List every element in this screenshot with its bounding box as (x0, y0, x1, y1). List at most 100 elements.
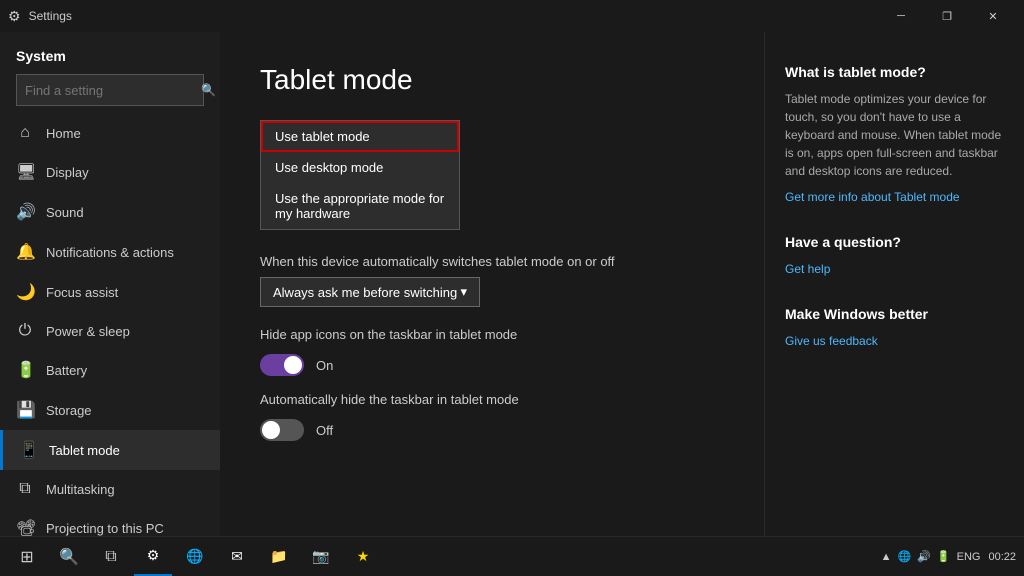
what-is-tablet-section: What is tablet mode? Tablet mode optimiz… (785, 64, 1004, 206)
sidebar: System 🔍 ⌂ Home 🖥 Display 🔊 Sound (0, 32, 220, 536)
sidebar-item-label: Home (46, 126, 81, 141)
option-use-tablet-mode[interactable]: Use tablet mode (261, 121, 459, 152)
sidebar-item-projecting[interactable]: 📽 Projecting to this PC (0, 508, 220, 536)
titlebar-controls: ─ ❐ ✕ (878, 0, 1016, 32)
sidebar-item-label: Storage (46, 403, 92, 418)
maximize-button[interactable]: ❐ (924, 0, 970, 32)
sidebar-item-label: Sound (46, 205, 84, 220)
tablet-mode-dropdown-area: Use tablet mode Use desktop mode Use the… (260, 120, 724, 230)
taskbar-right: ▲ 🌐 🔊 🔋 ENG 00:22 (881, 550, 1016, 563)
option-use-desktop-mode[interactable]: Use desktop mode (261, 152, 459, 183)
sidebar-item-display[interactable]: 🖥 Display (0, 152, 220, 192)
toggle-knob-2 (262, 421, 280, 439)
hide-icons-toggle-row: On (260, 354, 724, 376)
better-title: Make Windows better (785, 306, 1004, 322)
auto-hide-toggle-row: Off (260, 419, 724, 441)
feedback-link[interactable]: Give us feedback (785, 334, 878, 348)
auto-hide-state: Off (316, 423, 333, 438)
get-help-link[interactable]: Get help (785, 262, 830, 276)
page-title: Tablet mode (260, 64, 724, 96)
time-value: 00:22 (988, 551, 1016, 563)
power-icon: ⏻ (16, 322, 34, 340)
taskbar-system-icons: ▲ 🌐 🔊 🔋 ENG (881, 550, 981, 563)
main-container: System 🔍 ⌂ Home 🖥 Display 🔊 Sound (0, 32, 1024, 536)
what-desc: Tablet mode optimizes your device for to… (785, 90, 1004, 180)
sidebar-search-box[interactable]: 🔍 (16, 74, 204, 106)
sidebar-item-tablet[interactable]: 📱 Tablet mode (0, 430, 220, 470)
battery-status-icon: 🔋 (937, 550, 951, 563)
search-button[interactable]: 🔍 (50, 538, 88, 576)
what-title: What is tablet mode? (785, 64, 1004, 80)
taskbar-app-settings[interactable]: ⚙ (134, 538, 172, 576)
sidebar-item-home[interactable]: ⌂ Home (0, 114, 220, 152)
focus-icon: 🌙 (16, 282, 34, 302)
taskbar-time: 00:22 (988, 551, 1016, 563)
hide-icons-toggle[interactable] (260, 354, 304, 376)
auto-hide-toggle[interactable] (260, 419, 304, 441)
have-question-section: Have a question? Get help (785, 234, 1004, 278)
titlebar-left: ⚙ Settings (8, 8, 72, 25)
multitasking-icon: ⧉ (16, 480, 34, 498)
sidebar-item-label: Battery (46, 363, 87, 378)
titlebar: ⚙ Settings ─ ❐ ✕ (0, 0, 1024, 32)
hide-icons-section: Hide app icons on the taskbar in tablet … (260, 327, 724, 376)
sidebar-item-label: Notifications & actions (46, 245, 174, 260)
hide-icons-state: On (316, 358, 333, 373)
sidebar-item-power[interactable]: ⏻ Power & sleep (0, 312, 220, 350)
display-icon: 🖥 (16, 162, 34, 182)
option-use-appropriate-mode[interactable]: Use the appropriate mode for my hardware (261, 183, 459, 229)
content-area: Tablet mode Use tablet mode Use desktop … (220, 32, 764, 536)
sidebar-item-label: Tablet mode (49, 443, 120, 458)
auto-switch-dropdown[interactable]: Always ask me before switching ▾ (260, 277, 480, 307)
toggle-knob (284, 356, 302, 374)
search-icon: 🔍 (201, 83, 216, 97)
question-title: Have a question? (785, 234, 1004, 250)
lang-indicator: ENG (957, 551, 981, 563)
titlebar-title: Settings (29, 9, 72, 23)
auto-hide-label: Automatically hide the taskbar in tablet… (260, 392, 724, 407)
taskbar-app-store[interactable]: ★ (344, 538, 382, 576)
make-windows-better-section: Make Windows better Give us feedback (785, 306, 1004, 350)
settings-icon: ⚙ (8, 8, 21, 25)
hide-icons-label: Hide app icons on the taskbar in tablet … (260, 327, 724, 342)
sidebar-item-focus[interactable]: 🌙 Focus assist (0, 272, 220, 312)
home-icon: ⌂ (16, 124, 34, 142)
tablet-icon: 📱 (19, 440, 37, 460)
sidebar-item-label: Projecting to this PC (46, 521, 164, 536)
task-view-button[interactable]: ⧉ (92, 538, 130, 576)
sidebar-header: System 🔍 (0, 32, 220, 114)
sidebar-items: ⌂ Home 🖥 Display 🔊 Sound 🔔 Notifications… (0, 114, 220, 536)
minimize-button[interactable]: ─ (878, 0, 924, 32)
search-input[interactable] (25, 83, 201, 98)
sidebar-item-label: Power & sleep (46, 324, 130, 339)
tablet-mode-options-popup[interactable]: Use tablet mode Use desktop mode Use the… (260, 120, 460, 230)
close-button[interactable]: ✕ (970, 0, 1016, 32)
taskbar-app-photos[interactable]: 📷 (302, 538, 340, 576)
taskbar-app-mail[interactable]: ✉ (218, 538, 256, 576)
start-button[interactable]: ⊞ (8, 538, 46, 576)
network-icon: 🌐 (898, 550, 912, 563)
sidebar-section-title: System (16, 48, 204, 64)
chevron-down-icon: ▾ (460, 284, 467, 300)
sound-icon: 🔊 (16, 202, 34, 222)
auto-switch-section: When this device automatically switches … (260, 254, 724, 307)
auto-hide-section: Automatically hide the taskbar in tablet… (260, 392, 724, 441)
volume-icon: 🔊 (917, 550, 931, 563)
chevron-up-icon[interactable]: ▲ (881, 551, 892, 563)
taskbar-app-edge[interactable]: 🌐 (176, 538, 214, 576)
right-panel: What is tablet mode? Tablet mode optimiz… (764, 32, 1024, 536)
sidebar-item-notifications[interactable]: 🔔 Notifications & actions (0, 232, 220, 272)
taskbar-left: ⊞ 🔍 ⧉ ⚙ 🌐 ✉ 📁 📷 ★ (8, 538, 382, 576)
notifications-icon: 🔔 (16, 242, 34, 262)
sidebar-item-sound[interactable]: 🔊 Sound (0, 192, 220, 232)
sidebar-item-label: Focus assist (46, 285, 118, 300)
auto-switch-value: Always ask me before switching (273, 285, 457, 300)
projecting-icon: 📽 (16, 518, 34, 536)
sidebar-item-battery[interactable]: 🔋 Battery (0, 350, 220, 390)
taskbar-app-explorer[interactable]: 📁 (260, 538, 298, 576)
sidebar-item-multitasking[interactable]: ⧉ Multitasking (0, 470, 220, 508)
taskbar: ⊞ 🔍 ⧉ ⚙ 🌐 ✉ 📁 📷 ★ ▲ 🌐 🔊 🔋 ENG 00:22 (0, 536, 1024, 576)
sidebar-item-storage[interactable]: 💾 Storage (0, 390, 220, 430)
battery-icon: 🔋 (16, 360, 34, 380)
what-link[interactable]: Get more info about Tablet mode (785, 190, 960, 204)
